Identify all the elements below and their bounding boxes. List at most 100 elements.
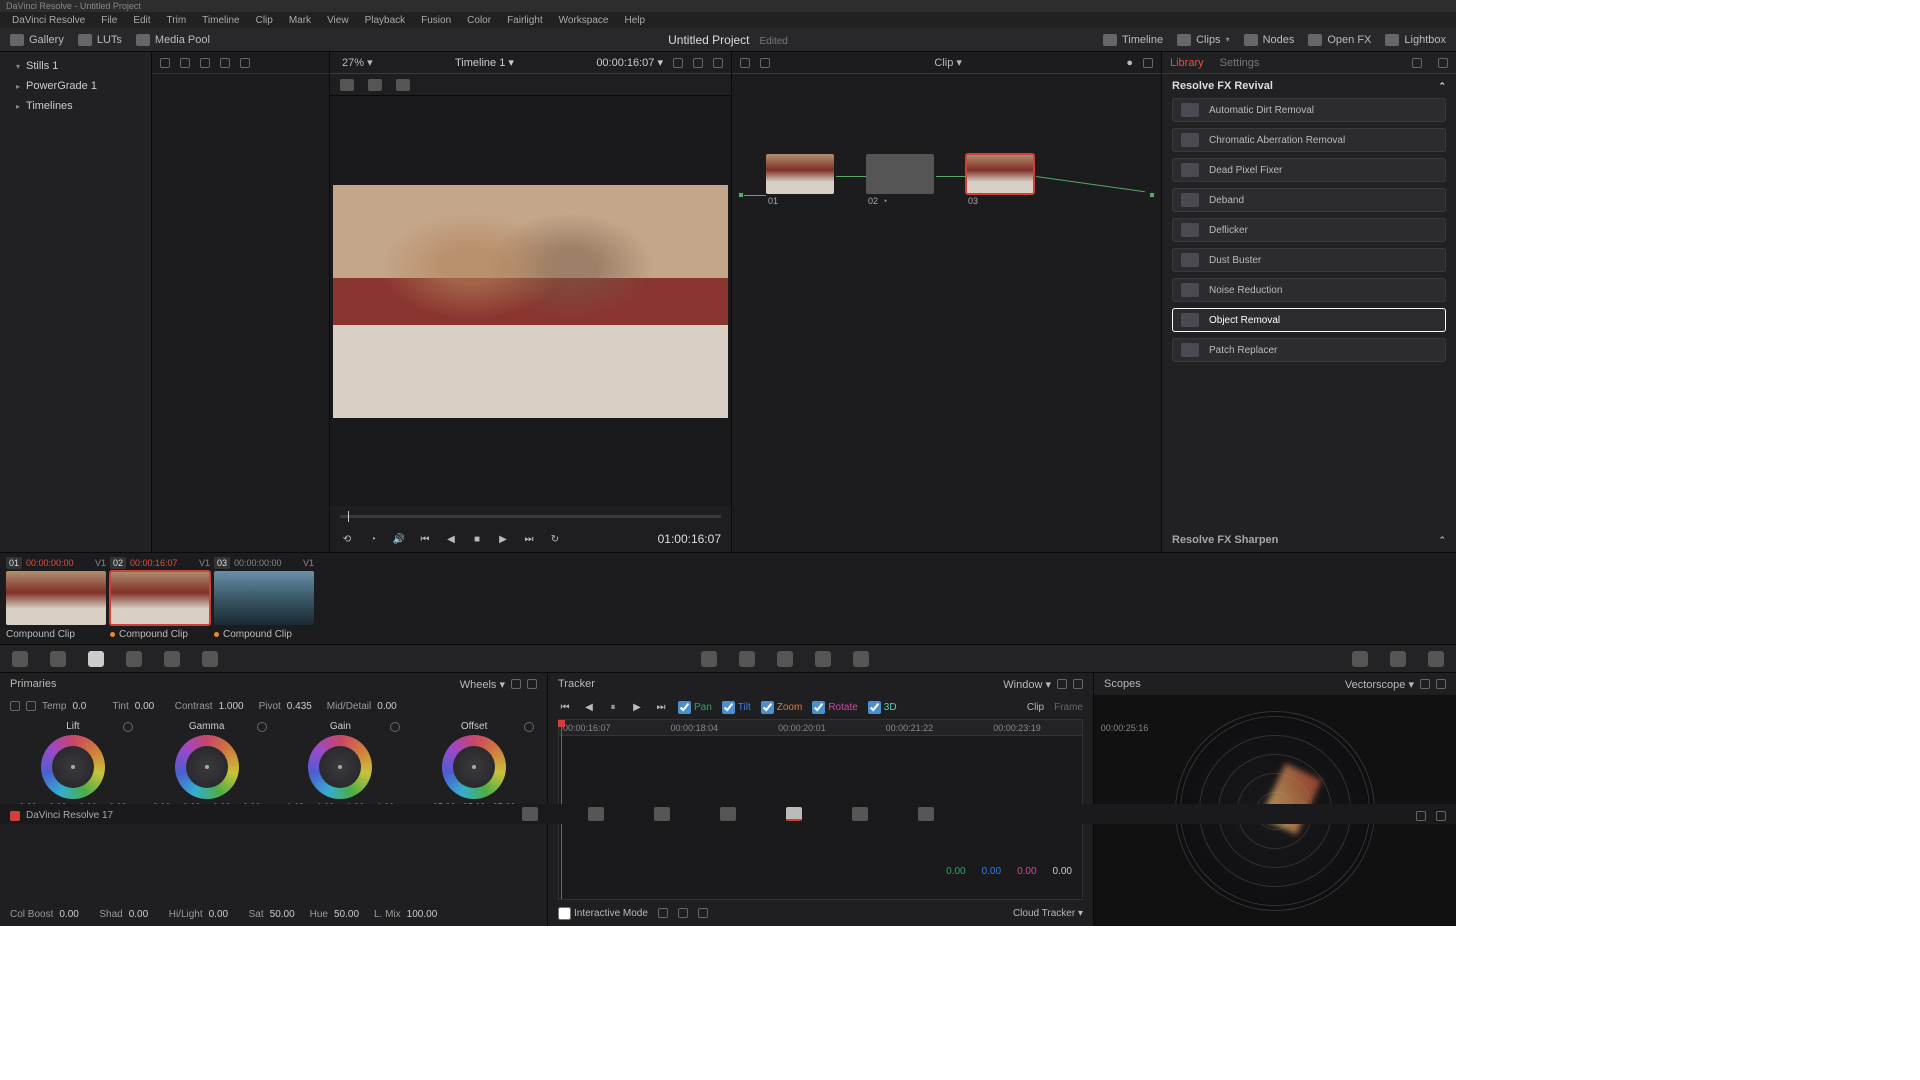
sidebar-item-stills[interactable]: ▾Stills 1 (0, 56, 151, 76)
clip-02[interactable]: 0200:00:16:07V1 Compound Clip (110, 557, 210, 640)
shad-value[interactable]: 0.00 (129, 909, 163, 920)
3d-icon[interactable] (853, 651, 869, 667)
fairlight-page-icon[interactable] (852, 807, 868, 821)
search-icon[interactable] (220, 58, 230, 68)
highlight-icon[interactable] (693, 58, 703, 68)
first-frame-button[interactable]: ⏮ (418, 532, 432, 546)
play-button[interactable]: ▶ (496, 532, 510, 546)
track-forward-one-button[interactable]: ⏭ (654, 700, 668, 714)
auto-balance-icon[interactable] (10, 701, 20, 711)
fx-group-sharpen[interactable]: Resolve FX Sharpen⌃ (1162, 528, 1456, 552)
tint-value[interactable]: 0.00 (135, 701, 169, 712)
openfx-button[interactable]: Open FX (1308, 34, 1371, 46)
image-wipe-icon[interactable] (340, 79, 354, 91)
primaries-tool-icon[interactable] (88, 651, 104, 667)
color-page-icon[interactable] (786, 807, 802, 821)
offset-reset-icon[interactable] (524, 722, 534, 732)
gain-wheel[interactable] (308, 735, 372, 799)
gallery-button[interactable]: Gallery (10, 34, 64, 46)
fx-item-object-removal[interactable]: Object Removal (1172, 308, 1446, 332)
bypass-icon[interactable] (673, 58, 683, 68)
track-3d-check[interactable]: 3D (868, 701, 897, 714)
timeline-button[interactable]: Timeline (1103, 34, 1163, 46)
warper-tool-icon[interactable] (50, 651, 66, 667)
viewer-scrubber[interactable] (330, 506, 731, 526)
scopes-options-icon[interactable] (1436, 679, 1446, 689)
fx-item-deflicker[interactable]: Deflicker (1172, 218, 1446, 242)
track-reverse-button[interactable]: ◀ (582, 700, 596, 714)
fx-item-chromatic[interactable]: Chromatic Aberration Removal (1172, 128, 1446, 152)
lift-reset-icon[interactable] (123, 722, 133, 732)
fx-item-patch-replacer[interactable]: Patch Replacer (1172, 338, 1446, 362)
keyframes-icon[interactable] (1352, 651, 1368, 667)
options-icon[interactable] (240, 58, 250, 68)
stills-gallery[interactable] (152, 52, 330, 552)
menu-view[interactable]: View (327, 15, 349, 26)
viewer-timecode[interactable]: 00:00:16:07 ▾ (596, 56, 663, 69)
curves-icon[interactable] (701, 651, 717, 667)
split-screen-icon[interactable] (368, 79, 382, 91)
fx-item-dust-buster[interactable]: Dust Buster (1172, 248, 1446, 272)
track-tilt-check[interactable]: Tilt (722, 701, 751, 714)
tracker-clip-tab[interactable]: Clip (1027, 702, 1044, 713)
gamma-wheel[interactable] (175, 735, 239, 799)
node-02[interactable]: 02 ◔ (866, 154, 936, 210)
viewer-options-icon[interactable] (713, 58, 723, 68)
info-icon[interactable] (1428, 651, 1444, 667)
pivot-value[interactable]: 0.435 (287, 701, 321, 712)
last-frame-button[interactable]: ⏭ (522, 532, 536, 546)
clip-01[interactable]: 0100:00:00:00V1 Compound Clip (6, 557, 106, 640)
grid-view-icon[interactable] (180, 58, 190, 68)
gain-reset-icon[interactable] (390, 722, 400, 732)
clip-03[interactable]: 0300:00:00:00V1 Compound Clip (214, 557, 314, 640)
hilight-value[interactable]: 0.00 (209, 909, 243, 920)
deliver-page-icon[interactable] (918, 807, 934, 821)
fx-item-deband[interactable]: Deband (1172, 188, 1446, 212)
tracking-tool-icon[interactable] (202, 651, 218, 667)
primaries-reset-icon[interactable] (511, 679, 521, 689)
edit-page-icon[interactable] (654, 807, 670, 821)
qualifier-tool-icon[interactable] (126, 651, 142, 667)
primaries-options-icon[interactable] (527, 679, 537, 689)
sidebar-item-timelines[interactable]: ▸Timelines (0, 96, 151, 116)
picker-icon[interactable] (26, 701, 36, 711)
menu-clip[interactable]: Clip (256, 15, 273, 26)
track-stop-button[interactable]: ⏸ (606, 700, 620, 714)
node-01[interactable]: 01 (766, 154, 836, 210)
list-view-icon[interactable] (200, 58, 210, 68)
blur-icon[interactable] (739, 651, 755, 667)
curves-tool-icon[interactable] (12, 651, 28, 667)
magic-mask-icon[interactable] (396, 79, 410, 91)
viewer-zoom[interactable]: 27% ▾ (342, 56, 373, 69)
loop-playback-icon[interactable]: ↻ (548, 532, 562, 546)
track-rotate-check[interactable]: Rotate (812, 701, 857, 714)
menu-color[interactable]: Color (467, 15, 491, 26)
menu-file[interactable]: File (101, 15, 117, 26)
scopes-expand-icon[interactable] (1420, 679, 1430, 689)
node-03[interactable]: 03 (966, 154, 1036, 210)
menu-workspace[interactable]: Workspace (559, 15, 609, 26)
sort-icon[interactable] (160, 58, 170, 68)
colboost-value[interactable]: 0.00 (59, 909, 93, 920)
fx-tab-settings[interactable]: Settings (1220, 57, 1260, 69)
mute-icon[interactable]: 🔊 (392, 532, 406, 546)
fx-group-revival[interactable]: Resolve FX Revival⌃ (1162, 74, 1456, 98)
menu-fusion[interactable]: Fusion (421, 15, 451, 26)
node-graph[interactable]: 01 02 ◔ 03 (732, 74, 1161, 552)
add-point-icon[interactable] (658, 908, 668, 918)
menu-edit[interactable]: Edit (133, 15, 150, 26)
node-output-dot[interactable] (1149, 192, 1155, 198)
pointer-icon[interactable] (740, 58, 750, 68)
track-forward-button[interactable]: ▶ (630, 700, 644, 714)
menu-fairlight[interactable]: Fairlight (507, 15, 543, 26)
offset-wheel[interactable] (442, 735, 506, 799)
set-point-icon[interactable] (678, 908, 688, 918)
cut-page-icon[interactable] (588, 807, 604, 821)
mediapool-button[interactable]: Media Pool (136, 34, 210, 46)
delete-point-icon[interactable] (698, 908, 708, 918)
menu-help[interactable]: Help (624, 15, 645, 26)
node-options-icon[interactable] (1143, 58, 1153, 68)
gamma-reset-icon[interactable] (257, 722, 267, 732)
sidebar-item-powergrade[interactable]: ▸PowerGrade 1 (0, 76, 151, 96)
fx-search-icon[interactable] (1412, 58, 1422, 68)
